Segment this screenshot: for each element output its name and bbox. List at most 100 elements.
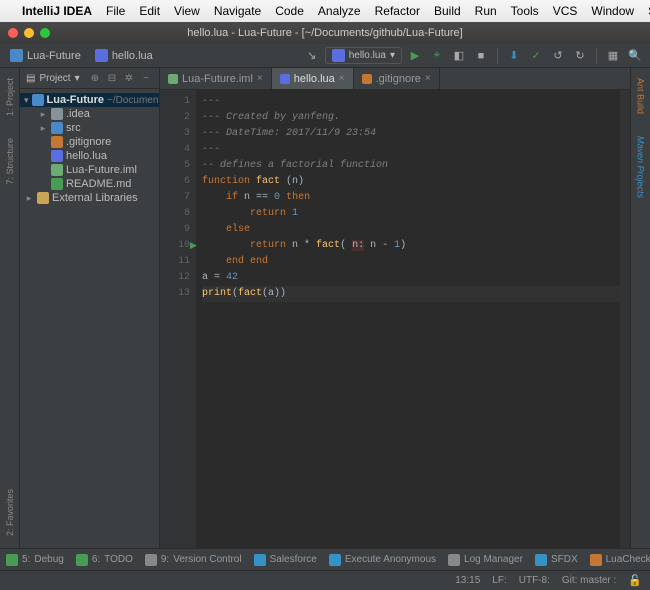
code-line[interactable]: --- DateTime: 2017/11/9 23:54 [202, 126, 624, 142]
line-separator[interactable]: LF: [492, 575, 506, 586]
readonly-lock-icon[interactable]: 🔓 [628, 574, 642, 587]
code-line[interactable]: return 1 [202, 206, 624, 222]
minimize-window-button[interactable] [24, 28, 34, 38]
code-line[interactable]: end end [202, 254, 624, 270]
zoom-window-button[interactable] [40, 28, 50, 38]
tree-item[interactable]: ▸.idea [20, 107, 159, 121]
close-tab-icon[interactable]: × [425, 73, 431, 84]
tree-item[interactable]: hello.lua [20, 149, 159, 163]
line-number-gutter[interactable]: 12345678910111213 [160, 90, 196, 548]
debug-button[interactable]: ⌖ [428, 47, 446, 65]
code-line[interactable]: a = 42 [202, 270, 624, 286]
app-name[interactable]: IntelliJ IDEA [22, 4, 92, 18]
code-line[interactable]: --- [202, 142, 624, 158]
editor-tab[interactable]: hello.lua× [272, 68, 354, 89]
close-window-button[interactable] [8, 28, 18, 38]
vcs-commit-button[interactable]: ✓ [527, 47, 545, 65]
menu-vcs[interactable]: VCS [553, 4, 578, 18]
menu-run[interactable]: Run [475, 4, 497, 18]
tree-item[interactable]: .gitignore [20, 135, 159, 149]
tool-tab-maven[interactable]: Maven Projects [635, 132, 647, 202]
search-everywhere-button[interactable]: 🔍 [626, 47, 644, 65]
close-tab-icon[interactable]: × [257, 73, 263, 84]
line-number[interactable]: 10 [160, 238, 190, 254]
expand-icon[interactable]: ▸ [38, 123, 48, 134]
breadcrumb-root[interactable]: Lua-Future [6, 48, 85, 63]
run-button[interactable]: ▶ [406, 47, 424, 65]
error-stripe[interactable] [620, 90, 630, 548]
menu-view[interactable]: View [174, 4, 200, 18]
editor-body[interactable]: 12345678910111213 ------ Created by yanf… [160, 90, 630, 548]
project-structure-button[interactable]: ▦ [604, 47, 622, 65]
run-coverage-button[interactable]: ◧ [450, 47, 468, 65]
code-line[interactable]: -- defines a factorial function [202, 158, 624, 174]
breadcrumb-file[interactable]: hello.lua [91, 48, 157, 63]
expand-icon[interactable]: ▸ [38, 109, 48, 120]
hide-panel-button[interactable]: − [139, 71, 153, 85]
menu-analyze[interactable]: Analyze [318, 4, 361, 18]
tree-external-libraries[interactable]: ▸ External Libraries [20, 191, 159, 205]
line-number[interactable]: 11 [160, 254, 190, 270]
line-number[interactable]: 5 [160, 158, 190, 174]
menu-code[interactable]: Code [275, 4, 304, 18]
line-number[interactable]: 6 [160, 174, 190, 190]
code-line[interactable]: --- [202, 94, 624, 110]
line-number[interactable]: 2 [160, 110, 190, 126]
line-number[interactable]: 7 [160, 190, 190, 206]
expand-icon[interactable]: ▾ [24, 95, 29, 106]
tool-tab-favorites[interactable]: 2: Favorites [4, 485, 16, 540]
code-line[interactable]: if n == 0 then [202, 190, 624, 206]
build-button[interactable]: ↘ [303, 47, 321, 65]
collapse-all-button[interactable]: ⊟ [105, 71, 119, 85]
menu-edit[interactable]: Edit [139, 4, 160, 18]
bottom-tool-button[interactable]: Log Manager [448, 554, 523, 566]
tree-item[interactable]: README.md [20, 177, 159, 191]
bottom-tool-button[interactable]: SFDX [535, 554, 578, 566]
line-number[interactable]: 8 [160, 206, 190, 222]
file-encoding[interactable]: UTF-8: [519, 575, 550, 586]
tool-tab-project[interactable]: 1: Project [4, 74, 16, 120]
editor-tab[interactable]: .gitignore× [354, 68, 440, 89]
line-number[interactable]: 9 [160, 222, 190, 238]
line-number[interactable]: 12 [160, 270, 190, 286]
bottom-tool-button[interactable]: 5:Debug [6, 554, 64, 566]
bottom-tool-button[interactable]: Salesforce [254, 554, 317, 566]
line-number[interactable]: 13 [160, 286, 190, 302]
line-number[interactable]: 4 [160, 142, 190, 158]
panel-settings-button[interactable]: ✲ [122, 71, 136, 85]
code-line[interactable]: ▶ return n * fact( n: n - 1) [202, 238, 624, 254]
menu-navigate[interactable]: Navigate [214, 4, 261, 18]
expand-icon[interactable]: ▸ [24, 193, 34, 204]
menu-tools[interactable]: Tools [511, 4, 539, 18]
close-tab-icon[interactable]: × [339, 73, 345, 84]
scroll-from-source-button[interactable]: ⊕ [88, 71, 102, 85]
editor-tab[interactable]: Lua-Future.iml× [160, 68, 272, 89]
caret-position[interactable]: 13:15 [455, 575, 480, 586]
git-branch[interactable]: Git: master : [562, 575, 616, 586]
bottom-tool-button[interactable]: Execute Anonymous [329, 554, 436, 566]
vcs-history-button[interactable]: ↺ [549, 47, 567, 65]
menu-build[interactable]: Build [434, 4, 461, 18]
code-editor[interactable]: ------ Created by yanfeng.--- DateTime: … [196, 90, 630, 548]
line-number[interactable]: 1 [160, 94, 190, 110]
tool-tab-structure[interactable]: 7: Structure [4, 134, 16, 189]
menu-file[interactable]: File [106, 4, 125, 18]
menu-refactor[interactable]: Refactor [375, 4, 420, 18]
bottom-tool-button[interactable]: 9:Version Control [145, 554, 242, 566]
tree-item[interactable]: ▸src [20, 121, 159, 135]
code-line[interactable]: print(fact(a)) [202, 286, 624, 302]
line-number[interactable]: 3 [160, 126, 190, 142]
vcs-revert-button[interactable]: ↻ [571, 47, 589, 65]
code-line[interactable]: --- Created by yanfeng. [202, 110, 624, 126]
tree-item[interactable]: Lua-Future.iml [20, 163, 159, 177]
bottom-tool-button[interactable]: LuaCheck [590, 554, 650, 566]
stop-button[interactable]: ■ [472, 47, 490, 65]
run-gutter-icon[interactable]: ▶ [190, 238, 197, 254]
bottom-tool-button[interactable]: 6:TODO [76, 554, 133, 566]
vcs-update-button[interactable]: ⬇ [505, 47, 523, 65]
tree-root[interactable]: ▾ Lua-Future ~/Documents/… [20, 93, 159, 107]
run-config-selector[interactable]: hello.lua ▾ [325, 47, 402, 64]
menu-window[interactable]: Window [591, 4, 634, 18]
tool-tab-ant[interactable]: Ant Build [635, 74, 647, 118]
code-line[interactable]: function fact (n) [202, 174, 624, 190]
